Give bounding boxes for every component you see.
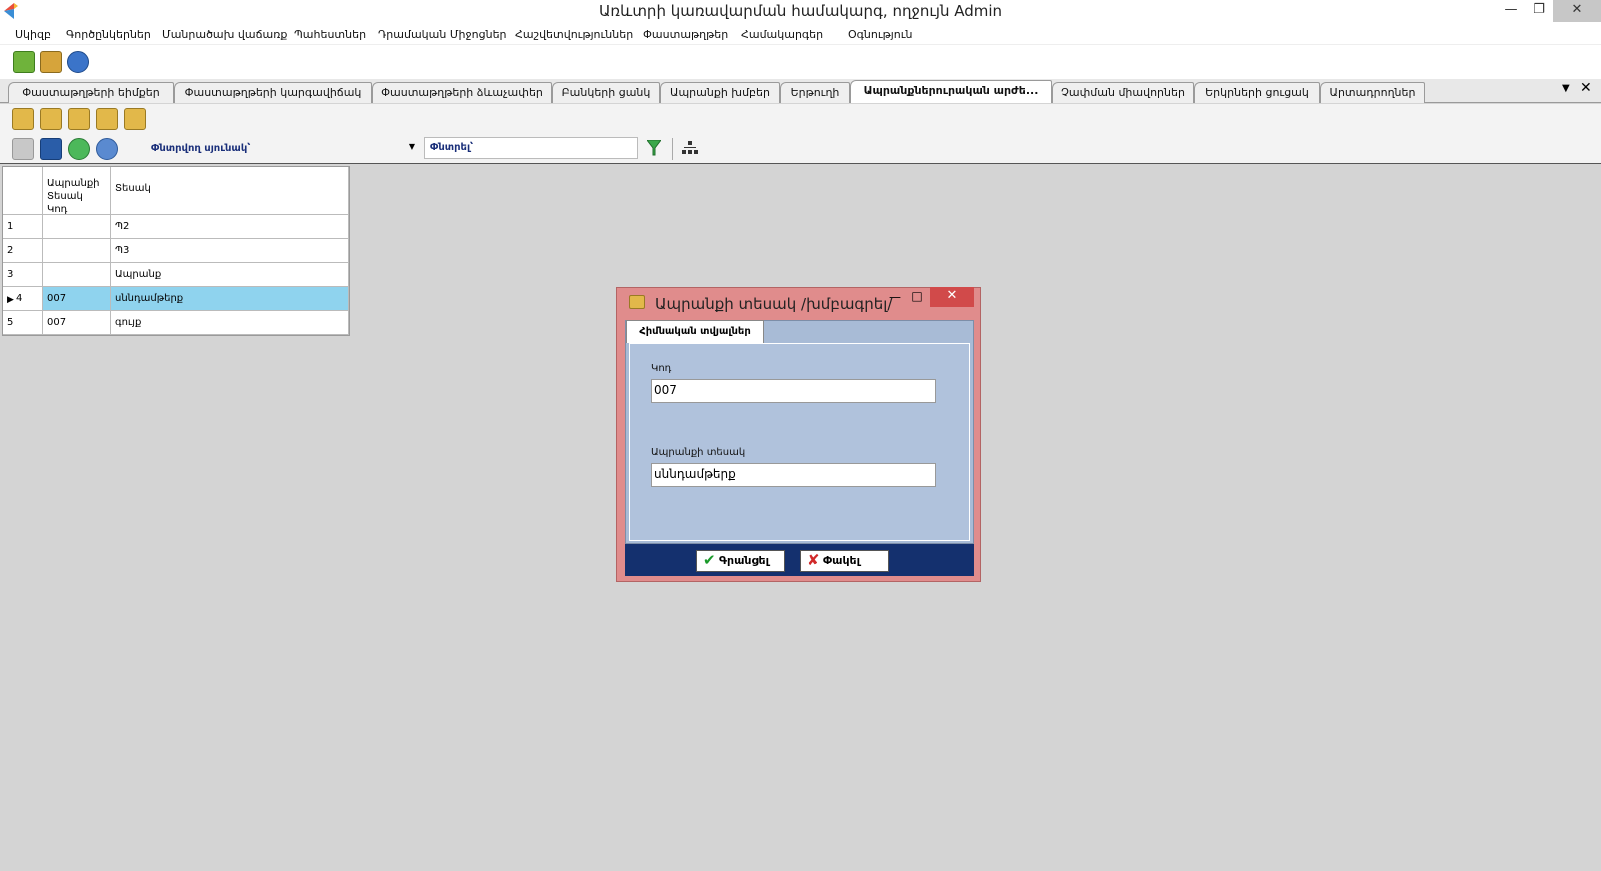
table-cell-code[interactable]: 007 [43,311,111,335]
minimize-icon[interactable]: — [1497,0,1525,22]
menu-item-start[interactable]: Սկիզբ [15,28,51,41]
search-column-select[interactable]: ▼ [272,139,419,159]
tab-units[interactable]: Չափման միավորներ [1052,82,1194,103]
restore-icon[interactable]: ❐ [1525,0,1553,22]
tab-list-dropdown-icon[interactable]: ▼ [1562,83,1570,94]
table-corner-cell [3,167,43,215]
checkmark-icon: ✔ [703,551,716,569]
close-tab-icon[interactable]: ✕ [1580,80,1592,96]
product-type-input[interactable]: սննդամթերք [651,463,936,487]
tab-document-status[interactable]: Փաստաթղթերի կարգավիճակ [174,82,372,103]
row-number[interactable]: 1 [3,215,43,239]
view-record-icon[interactable] [68,108,90,130]
tab-main-data[interactable]: Հիմնական տվյալներ [626,320,764,343]
edit-record-icon[interactable] [40,108,62,130]
menu-item-systems[interactable]: Համակարգեր [741,28,823,41]
row-number[interactable]: 3 [3,263,43,287]
menu-item-partners[interactable]: Գործընկերներ [66,28,151,41]
chevron-down-icon: ▼ [408,142,415,151]
table-cell-type[interactable]: սննդամթերք [111,287,349,311]
close-button-label: Փակել [823,554,861,567]
tab-manufacturers[interactable]: Արտադրողներ [1320,82,1425,103]
search-input[interactable]: Փնտրել՝ [424,137,638,159]
dialog-footer: ✔ Գրանցել ✘ Փակել [625,544,974,576]
tab-product-groups[interactable]: Ապրանքի խմբեր [660,82,780,103]
download-icon[interactable] [40,51,62,73]
dialog-tab-panel: Հիմնական տվյալներ Կոդ 007 Ապրանքի տեսակ … [625,320,974,544]
window-title: Առևտրի կառավարման համակարգ, ողջույն Admi… [598,2,1003,20]
upload-icon[interactable] [13,51,35,73]
dialog-title: Ապրանքի տեսակ /խմբագրել/ [655,295,893,313]
export-icon[interactable] [12,138,34,160]
product-types-table: Ապրանքի Տեսակ Կոդ Տեսակ 1 Պ2 2 Պ3 3 Ապրա… [2,166,350,336]
save-button-label: Գրանցել [719,554,770,567]
row-number-text: 4 [16,293,23,304]
filter-icon[interactable] [647,140,661,156]
menu-item-cash[interactable]: Դրամական Միջոցներ [378,28,507,41]
delete-record-icon[interactable] [96,108,118,130]
title-bar: Առևտրի կառավարման համակարգ, ողջույն Admi… [0,0,1601,23]
x-icon: ✘ [807,551,820,569]
product-type-label: Ապրանքի տեսակ [651,447,746,458]
search-column-label: Փնտրվող սյունակ՝ [151,143,251,154]
add-record-icon[interactable] [12,108,34,130]
dialog-minimize-icon[interactable]: — [885,290,905,308]
users-icon[interactable] [96,138,118,160]
close-button[interactable]: ✘ Փակել [800,550,889,572]
dialog-document-icon [629,295,645,309]
menu-bar: Սկիզբ Գործընկերներ Մանրածախ վաճառք Պահես… [0,23,1601,45]
table-cell-code[interactable] [43,215,111,239]
hierarchy-icon[interactable] [682,141,698,155]
row-number[interactable]: 2 [3,239,43,263]
dialog-close-icon[interactable]: ✕ [930,287,974,307]
menu-item-warehouses[interactable]: Պահեստներ [294,28,366,41]
menu-item-documents[interactable]: Փաստաթղթեր [643,28,728,41]
table-cell-code[interactable]: 007 [43,287,111,311]
column-header-type[interactable]: Տեսակ [111,167,349,215]
save-button[interactable]: ✔ Գրանցել [696,550,785,572]
table-cell-type[interactable]: գույք [111,311,349,335]
tab-countries[interactable]: Երկրների ցուցակ [1194,82,1320,103]
table-cell-type[interactable]: Պ3 [111,239,349,263]
search-label: Փնտրել՝ [430,142,474,153]
code-input[interactable]: 007 [651,379,936,403]
tab-strip: Փաստաթղթերի եիմքեր Փաստաթղթերի կարգավիճա… [0,79,1601,103]
menu-item-retail[interactable]: Մանրածախ վաճառք [162,28,287,41]
toolbar-divider [672,138,673,160]
menu-item-help[interactable]: Օգնություն [848,28,912,41]
tab-bank-list[interactable]: Բանկերի ցանկ [552,82,660,103]
menu-item-reports[interactable]: Հաշվետվություններ [515,28,633,41]
main-toolbar [0,45,1601,79]
table-cell-type[interactable]: Ապրանք [111,263,349,287]
edit-product-type-dialog: Ապրանքի տեսակ /խմբագրել/ — □ ✕ Հիմնական … [616,287,981,582]
filter-toolbar: Փնտրվող սյունակ՝ ▼ Փնտրել՝ [0,134,1601,164]
settings-icon[interactable] [67,51,89,73]
play-icon[interactable] [68,138,90,160]
dialog-form: Կոդ 007 Ապրանքի տեսակ սննդամթերք [629,343,970,541]
code-label: Կոդ [651,363,672,374]
column-header-code[interactable]: Ապրանքի Տեսակ Կոդ [43,167,111,215]
tab-route[interactable]: Երթուղի [780,82,850,103]
table-cell-code[interactable] [43,239,111,263]
tab-product-types[interactable]: Ապրանքներուրական արժե... [850,80,1052,103]
row-pointer-icon: ▶ [7,295,14,305]
document-icon[interactable] [124,108,146,130]
tab-document-bases[interactable]: Փաստաթղթերի եիմքեր [8,82,174,103]
close-window-icon[interactable]: ✕ [1553,0,1601,22]
table-cell-code[interactable] [43,263,111,287]
tab-document-formats[interactable]: Փաստաթղթերի ձևաչափեր [372,82,552,103]
row-number[interactable]: 5 [3,311,43,335]
table-cell-type[interactable]: Պ2 [111,215,349,239]
row-number-selected[interactable]: ▶ 4 [3,287,43,311]
dialog-maximize-icon[interactable]: □ [907,289,927,307]
refresh-icon[interactable] [40,138,62,160]
record-toolbar [0,104,1601,134]
